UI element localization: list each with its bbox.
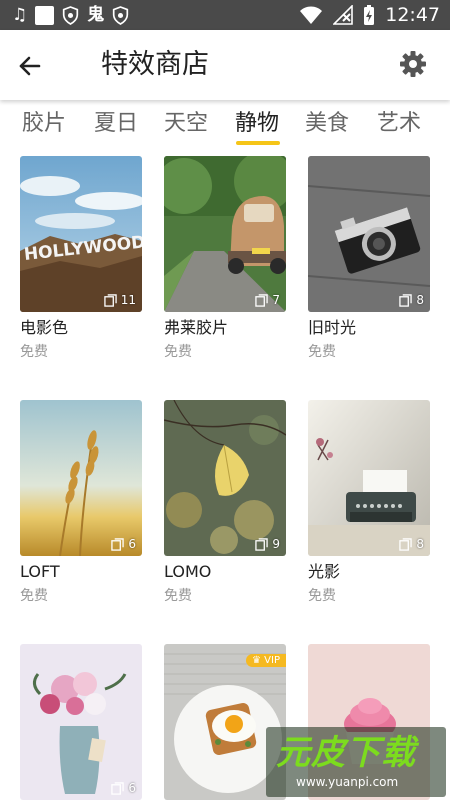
effect-card[interactable]: 8 旧时光 免费: [308, 156, 430, 361]
effect-card[interactable]: 8 光影 免费: [308, 400, 430, 605]
shield-icon: [113, 5, 129, 25]
category-tabs: 胶片 夏日 天空 静物 美食 艺术: [0, 103, 450, 149]
camera-image: [308, 156, 430, 312]
stack-icon: [111, 781, 125, 795]
photo-count: 6: [111, 781, 136, 795]
wheat-image: [20, 400, 142, 556]
effect-title: 旧时光: [308, 318, 357, 337]
effect-title: 电影色: [20, 318, 69, 337]
watermark-logo: 元皮下载 www.yuanpi.com: [266, 727, 446, 797]
shield-icon: [63, 5, 79, 25]
leaf-image: [164, 400, 286, 556]
effect-card[interactable]: 6: [20, 644, 142, 800]
gear-icon[interactable]: [398, 49, 428, 79]
tab-still-life[interactable]: 静物: [235, 109, 279, 139]
vintage-car-image: [164, 156, 286, 312]
effect-price: 免费: [308, 344, 336, 360]
effect-title: 弗莱胶片: [164, 318, 229, 337]
status-left-icons: ♫ 鬼: [12, 4, 129, 26]
stack-icon: [255, 537, 269, 551]
effect-card[interactable]: 7 弗莱胶片 免费: [164, 156, 286, 361]
effect-price: 免费: [20, 344, 48, 360]
photo-count: 8: [399, 293, 424, 307]
ghost-app-icon: 鬼: [87, 5, 105, 25]
tab-art[interactable]: 艺术: [377, 109, 421, 139]
effect-thumbnail: 9: [164, 400, 286, 556]
effect-card[interactable]: 9 LOMO 免费: [164, 400, 286, 605]
effect-card[interactable]: 6 LOFT 免费: [20, 400, 142, 605]
tab-film[interactable]: 胶片: [22, 109, 66, 139]
effect-thumbnail: 6: [20, 400, 142, 556]
app-bar: 特效商店: [0, 30, 450, 100]
effect-thumbnail: 7: [164, 156, 286, 312]
photo-count: 8: [399, 537, 424, 551]
page-title: 特效商店: [101, 49, 209, 80]
effect-price: 免费: [164, 344, 192, 360]
clock: 12:47: [385, 4, 440, 26]
status-bar: ♫ 鬼 12:47: [0, 0, 450, 30]
tab-sky[interactable]: 天空: [164, 109, 208, 139]
vip-badge: ♛ VIP: [246, 654, 286, 667]
stack-icon: [111, 537, 125, 551]
flower-vase-image: [20, 644, 142, 800]
effect-thumbnail: 6: [20, 644, 142, 800]
music-note-icon: ♫: [12, 5, 28, 25]
stack-icon: [255, 293, 269, 307]
photo-count: 6: [111, 537, 136, 551]
stack-icon: [399, 293, 413, 307]
photo-count: 9: [255, 537, 280, 551]
no-signal-icon: [333, 5, 354, 25]
effect-thumbnail: 8: [308, 400, 430, 556]
effect-card[interactable]: HOLLYWOOD 11 电影色 免费: [20, 156, 142, 361]
typewriter-image: [308, 400, 430, 556]
effect-thumbnail: 8: [308, 156, 430, 312]
tab-summer[interactable]: 夏日: [94, 109, 138, 139]
stack-icon: [399, 537, 413, 551]
photo-count: 11: [103, 293, 136, 307]
effect-price: 免费: [164, 588, 192, 604]
active-tab-indicator: [236, 141, 280, 145]
tab-food[interactable]: 美食: [305, 109, 349, 139]
effect-price: 免费: [20, 588, 48, 604]
status-right-icons: 12:47: [299, 3, 440, 27]
effect-thumbnail: HOLLYWOOD 11: [20, 156, 142, 312]
photo-count: 7: [255, 293, 280, 307]
back-arrow-icon[interactable]: [14, 50, 46, 82]
square-icon: [35, 5, 55, 25]
wifi-icon: [300, 6, 323, 24]
effect-title: LOMO: [164, 562, 212, 581]
stack-icon: [103, 293, 117, 307]
crown-icon: ♛: [252, 655, 265, 666]
effect-title: LOFT: [20, 562, 60, 581]
battery-charging-icon: [364, 5, 375, 25]
effect-title: 光影: [308, 562, 341, 581]
watermark-url: www.yuanpi.com: [296, 775, 399, 789]
watermark-title: 元皮下载: [276, 733, 416, 773]
hollywood-sign-image: HOLLYWOOD: [20, 156, 142, 312]
effect-price: 免费: [308, 588, 336, 604]
